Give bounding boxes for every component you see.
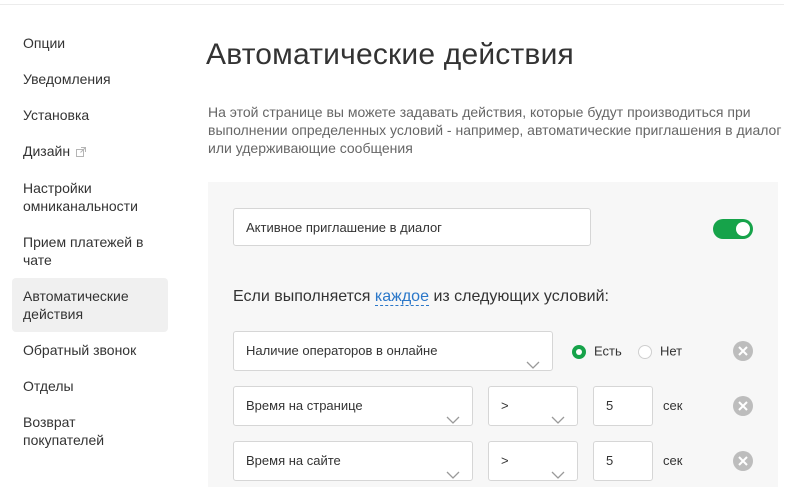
close-icon [738, 346, 748, 356]
sidebar-item-auto-actions[interactable]: Автоматические действия [12, 278, 168, 333]
top-divider [0, 4, 784, 5]
settings-sidebar: Опции Уведомления Установка Дизайн Настр… [12, 25, 168, 458]
sidebar-item-customer-return[interactable]: Возврат покупателей [12, 404, 168, 458]
close-icon [738, 456, 748, 466]
sidebar-item-options[interactable]: Опции [12, 25, 168, 61]
toggle-knob [736, 222, 750, 236]
page-description: На этой странице вы можете задавать дейс… [208, 104, 782, 156]
sidebar-item-label: Уведомления [23, 71, 111, 87]
rule-panel: Если выполняется каждое из следующих усл… [208, 182, 778, 487]
sidebar-item-omnichannel[interactable]: Настройки омниканальности [12, 170, 168, 224]
sidebar-item-label: Прием платежей в чате [23, 234, 144, 269]
sidebar-item-label: Дизайн [23, 143, 71, 159]
sidebar-item-label: Установка [23, 107, 90, 123]
value-input[interactable]: 5 [593, 386, 653, 426]
conditions-heading: Если выполняется каждое из следующих усл… [233, 288, 609, 306]
chevron-down-icon [446, 456, 460, 494]
close-icon [738, 401, 748, 411]
sidebar-item-label: Автоматические действия [23, 288, 129, 323]
sidebar-item-label: Обратный звонок [23, 342, 137, 359]
external-link-icon [76, 143, 87, 161]
select-value: Время на сайте [246, 453, 341, 468]
sidebar-item-notifications[interactable]: Уведомления [12, 61, 168, 97]
remove-condition-button[interactable] [733, 341, 753, 361]
value-input[interactable]: 5 [593, 441, 653, 481]
input-value: 5 [606, 398, 614, 413]
remove-condition-button[interactable] [733, 396, 753, 416]
page-title: Автоматические действия [206, 38, 574, 71]
input-value: 5 [606, 453, 614, 468]
chevron-down-icon [551, 456, 565, 494]
select-value: > [501, 453, 509, 468]
conditions-prefix: Если выполняется [233, 288, 371, 305]
radio-label: Нет [660, 343, 683, 359]
radio-no[interactable]: Нет [638, 343, 682, 360]
condition-field-select[interactable]: Время на странице [233, 386, 473, 426]
radio-checked-icon [572, 344, 586, 359]
select-value: Наличие операторов в онлайне [246, 343, 438, 358]
sidebar-item-design[interactable]: Дизайн [12, 133, 168, 170]
select-value: > [501, 398, 509, 413]
chevron-down-icon [526, 346, 540, 384]
radio-yes[interactable]: Есть [572, 343, 622, 360]
condition-field-select[interactable]: Наличие операторов в онлайне [233, 331, 553, 371]
chevron-down-icon [446, 401, 460, 439]
operator-select[interactable]: > [488, 441, 578, 481]
sidebar-item-label: Возврат покупателей [23, 414, 105, 449]
sidebar-item-label: Отделы [23, 378, 74, 395]
sidebar-item-installation[interactable]: Установка [12, 97, 168, 133]
sidebar-item-label: Опции [23, 35, 66, 51]
unit-label: сек [663, 453, 683, 468]
sidebar-item-departments[interactable]: Отделы [12, 368, 168, 404]
condition-mode-link[interactable]: каждое [374, 288, 429, 306]
rule-enabled-toggle[interactable] [713, 219, 753, 239]
remove-condition-button[interactable] [733, 451, 753, 471]
chevron-down-icon [551, 401, 565, 439]
condition-field-select[interactable]: Время на сайте [233, 441, 473, 481]
operator-select[interactable]: > [488, 386, 578, 426]
sidebar-item-label: Настройки омниканальности [23, 180, 138, 215]
sidebar-item-payments[interactable]: Прием платежей в чате [12, 224, 168, 278]
rule-name-input[interactable] [233, 208, 591, 246]
unit-label: сек [663, 398, 683, 413]
conditions-suffix: из следующих условий: [433, 288, 609, 305]
select-value: Время на странице [246, 398, 363, 413]
radio-label: Есть [594, 343, 622, 359]
sidebar-item-callback[interactable]: Обратный звонок [12, 332, 168, 368]
radio-unchecked-icon [638, 344, 652, 359]
